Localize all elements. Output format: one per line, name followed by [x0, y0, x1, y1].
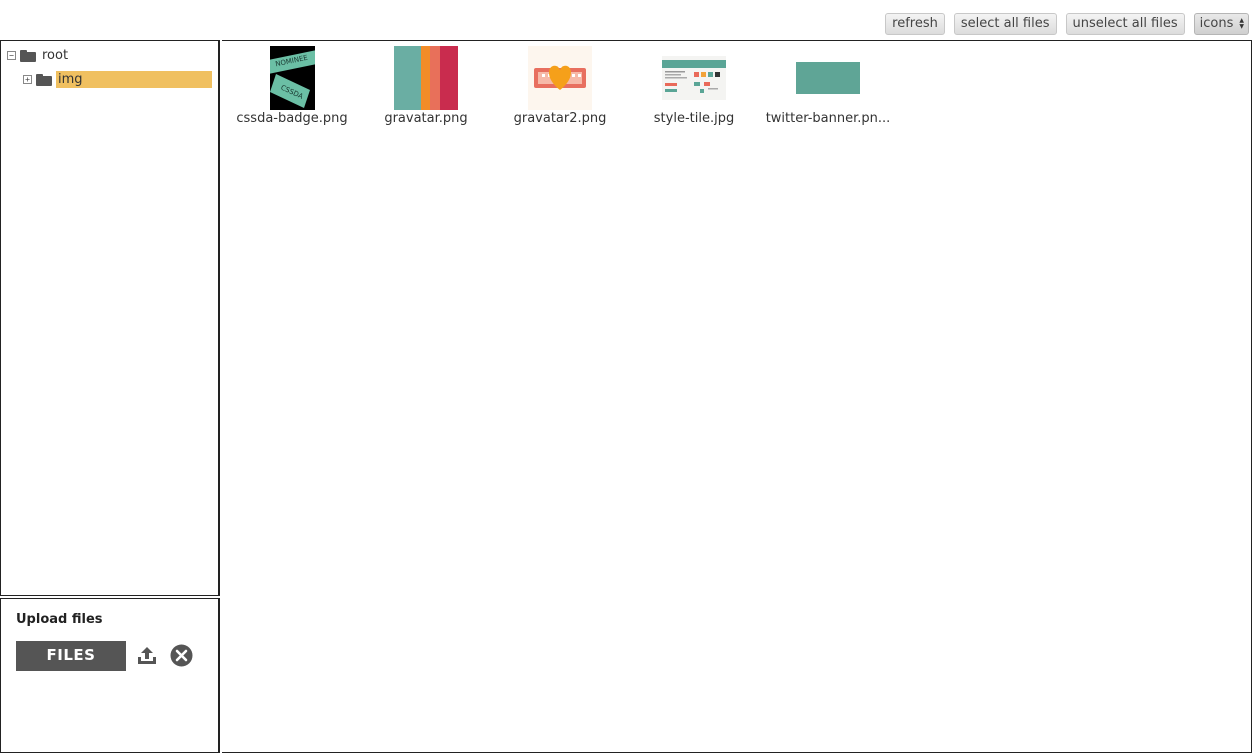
file-name: cssda-badge.png — [236, 111, 348, 126]
folder-tree-panel: − root + img — [0, 40, 220, 596]
view-mode-value: icons — [1199, 16, 1234, 31]
gravatar2-image — [528, 46, 592, 110]
folder-icon — [36, 73, 52, 86]
file-item-gravatar[interactable]: gravatar.png — [359, 46, 493, 126]
file-thumbnail — [761, 46, 895, 110]
cancel-upload-icon[interactable] — [170, 644, 193, 667]
select-all-files-button[interactable]: select all files — [953, 12, 1057, 35]
file-item-gravatar2[interactable]: gravatar2.png — [493, 46, 627, 126]
toolbar: refresh select all files unselect all fi… — [885, 12, 1249, 35]
file-item-style-tile[interactable]: style-tile.jpg — [627, 46, 761, 126]
files-panel: NOMINEE CSSDA cssda-badge.png gravatar.p… — [222, 40, 1252, 753]
style-tile-image — [662, 56, 726, 100]
file-name: style-tile.jpg — [653, 111, 735, 126]
gravatar-image — [394, 46, 458, 110]
select-arrows-icon: ▲ ▼ — [1239, 16, 1244, 30]
file-item-cssda-badge[interactable]: NOMINEE CSSDA cssda-badge.png — [225, 46, 359, 126]
upload-title: Upload files — [16, 612, 103, 627]
choose-files-button[interactable]: FILES — [16, 641, 126, 671]
file-name: gravatar.png — [384, 111, 468, 126]
file-thumbnail — [359, 46, 493, 110]
expand-toggle-icon[interactable]: + — [23, 75, 32, 84]
refresh-button[interactable]: refresh — [885, 12, 945, 35]
view-mode-select[interactable]: icons ▲ ▼ — [1193, 12, 1249, 35]
cssda-badge-image: NOMINEE CSSDA — [269, 46, 315, 110]
file-name: gravatar2.png — [513, 111, 607, 126]
folder-icon — [20, 49, 36, 62]
file-thumbnail: NOMINEE CSSDA — [225, 46, 359, 110]
file-thumbnail — [627, 46, 761, 110]
tree-node-label: root — [42, 48, 69, 63]
twitter-banner-image — [796, 62, 860, 94]
file-item-twitter-banner[interactable]: twitter-banner.pn... — [761, 46, 895, 126]
upload-icon[interactable] — [136, 646, 158, 666]
unselect-all-files-button[interactable]: unselect all files — [1065, 12, 1185, 35]
tree-node-root[interactable]: − root — [7, 47, 70, 64]
tree-node-img[interactable]: + img — [23, 71, 212, 88]
file-name: twitter-banner.pn... — [765, 111, 891, 126]
upload-panel: Upload files FILES — [0, 598, 220, 753]
collapse-toggle-icon[interactable]: − — [7, 51, 16, 60]
tree-node-label: img — [56, 71, 212, 88]
file-thumbnail — [493, 46, 627, 110]
